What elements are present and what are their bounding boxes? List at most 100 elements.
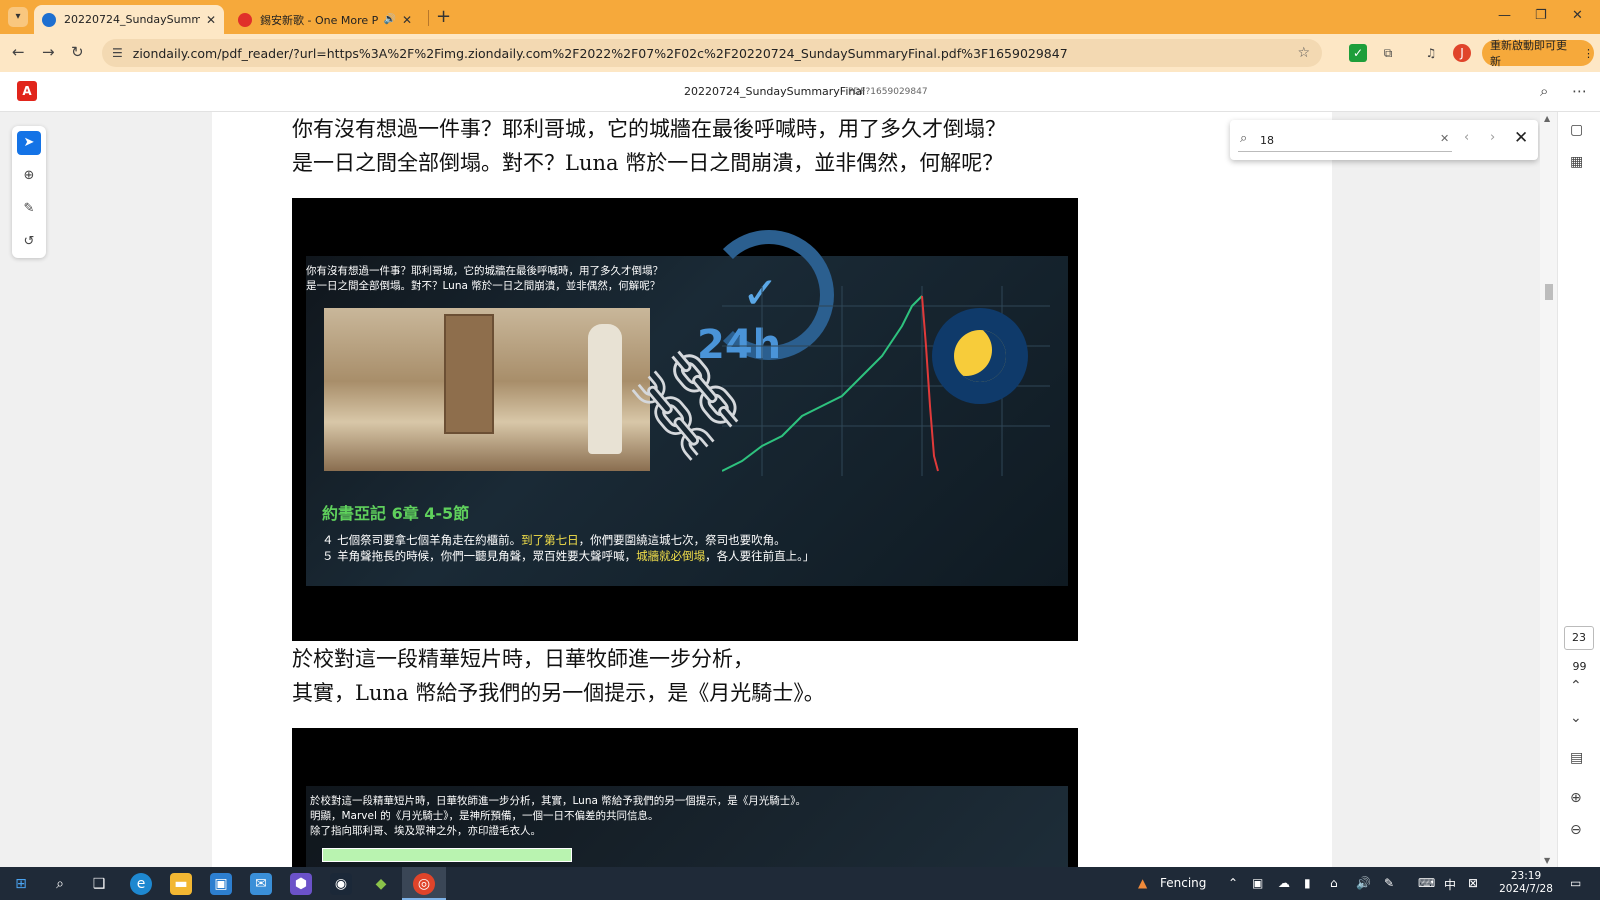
scroll-thumb[interactable] bbox=[1545, 284, 1553, 300]
find-input-wrap: ⌕ ✕ bbox=[1238, 128, 1452, 152]
jericho-painting bbox=[324, 308, 650, 471]
fencing-weather-icon[interactable]: ▲ bbox=[1138, 876, 1147, 890]
file-explorer-icon[interactable]: ▬ bbox=[170, 873, 192, 895]
tab-strip: ▾ 20220724_SundaySummaryF ✕ 錫安新歌 - One M… bbox=[0, 0, 1600, 34]
close-tab-icon[interactable]: ✕ bbox=[402, 13, 412, 27]
search-icon: ⌕ bbox=[1240, 131, 1248, 146]
scroll-down-icon[interactable]: ▼ bbox=[1544, 856, 1550, 865]
minimize-icon[interactable]: — bbox=[1498, 8, 1511, 23]
notification-icon[interactable]: ▭ bbox=[1570, 876, 1581, 890]
pdf-page: 你有沒有想過一件事？耶利哥城，它的城牆在最後呼喊時，用了多久才倒塌？ 是一日之間… bbox=[212, 112, 1332, 867]
clock-time: 23:19 bbox=[1510, 870, 1542, 882]
speaker-icon[interactable]: 🔊 bbox=[383, 14, 395, 25]
acrobat-logo-icon: A bbox=[17, 81, 37, 101]
windows-taskbar: ⊞ ⌕ ❑ e ▬ ▣ ✉ ⬢ ◉ ◆ ◎ ▲ Fencing ⌃ ▣ ☁ ▮ … bbox=[0, 867, 1600, 900]
tab-pdf[interactable]: 20220724_SundaySummaryF ✕ bbox=[34, 5, 224, 34]
select-cursor-icon[interactable]: ➤ bbox=[17, 131, 41, 155]
pen-icon[interactable]: ✎ bbox=[1384, 876, 1394, 890]
paragraph-line: 是一日之間全部倒塌。對不？Luna 幣於一日之間崩潰，並非偶然，何解呢？ bbox=[292, 151, 1004, 175]
checkmark-extension-icon[interactable]: ✓ bbox=[1349, 44, 1367, 62]
taskbar-clock[interactable]: 23:19 2024/7/28 bbox=[1496, 870, 1556, 896]
image-caption-line: 除了指向耶利哥、埃及眾神之外，亦印證毛衣人。 bbox=[310, 825, 541, 837]
profile-avatar[interactable]: J bbox=[1453, 44, 1471, 62]
network-icon[interactable]: ⌂ bbox=[1330, 876, 1338, 890]
thumbnails-grid-icon[interactable]: ▦ bbox=[1570, 154, 1583, 170]
verse-line-4: ４ 七個祭司要拿七個羊角走在約櫃前。到了第七日，你們要圍繞這城七次，祭司也要吹角… bbox=[322, 532, 786, 548]
steam-icon[interactable]: ◉ bbox=[330, 873, 352, 895]
tool-rail: ➤ ⊕ ✎ ↺ bbox=[12, 126, 46, 258]
verse-highlight: 到了第七日 bbox=[521, 533, 579, 547]
lasso-draw-icon[interactable]: ↺ bbox=[17, 230, 41, 254]
city-wall-shape bbox=[444, 314, 494, 434]
url-text: ziondaily.com/pdf_reader/?url=https%3A%2… bbox=[132, 45, 1068, 61]
chrome-icon[interactable]: ◎ bbox=[413, 873, 435, 895]
image-caption-line: 於校對這一段精華短片時，日華牧師進一步分析，其實，Luna 幣給予我們的另一個提… bbox=[310, 795, 806, 807]
search-icon[interactable]: ⌕ bbox=[49, 873, 71, 895]
image-caption-line: 你有沒有想過一件事？耶利哥城，它的城牆在最後呼喊時，用了多久才倒塌？ bbox=[306, 265, 663, 277]
tab-separator bbox=[428, 10, 429, 26]
more-options-icon[interactable]: ⋯ bbox=[1572, 82, 1587, 100]
update-restart-button[interactable]: 重新啟動即可更新 ⋮ bbox=[1482, 39, 1594, 68]
ime-indicator[interactable]: 中 bbox=[1444, 876, 1456, 893]
app-hexagon-icon[interactable]: ⬢ bbox=[290, 873, 312, 895]
android-icon[interactable]: ◆ bbox=[370, 873, 392, 895]
weather-label[interactable]: Fencing bbox=[1160, 876, 1206, 890]
site-info-icon[interactable]: ☰ bbox=[112, 46, 123, 60]
keyboard-icon[interactable]: ⌨ bbox=[1418, 876, 1435, 890]
vertical-scrollbar[interactable]: ▲ ▼ bbox=[1540, 112, 1557, 867]
tab-music[interactable]: 錫安新歌 - One More Pray 🔊 ✕ bbox=[230, 5, 420, 34]
back-arrow-icon[interactable]: ← bbox=[12, 43, 25, 61]
reload-icon[interactable]: ↻ bbox=[71, 43, 84, 61]
close-find-icon[interactable]: ✕ bbox=[1514, 128, 1528, 148]
comment-add-icon[interactable]: ⊕ bbox=[17, 164, 41, 188]
zoom-in-icon[interactable]: ⊕ bbox=[1570, 790, 1582, 806]
previous-result-chevron-icon[interactable]: ‹ bbox=[1464, 130, 1469, 145]
verse-text: ，各人要往前直上。」 bbox=[705, 549, 815, 563]
extensions-puzzle-icon[interactable]: ⧉ bbox=[1379, 44, 1397, 62]
close-tab-icon[interactable]: ✕ bbox=[206, 13, 216, 27]
verse-line-5: ５ 羊角聲拖長的時候，你們一聽見角聲，眾百姓要大聲呼喊，城牆就必倒塌，各人要往前… bbox=[322, 548, 814, 564]
search-icon[interactable]: ⌕ bbox=[1540, 82, 1548, 100]
store-icon[interactable]: ▣ bbox=[210, 873, 232, 895]
find-input[interactable] bbox=[1260, 130, 1430, 150]
bookmark-star-icon[interactable]: ☆ bbox=[1297, 45, 1310, 61]
onedrive-cloud-icon[interactable]: ☁ bbox=[1278, 876, 1290, 890]
media-controls-icon[interactable]: ♫ bbox=[1422, 44, 1440, 62]
comments-icon[interactable]: ▢ bbox=[1570, 122, 1583, 138]
document-export-icon[interactable]: ▤ bbox=[1570, 750, 1583, 766]
document-title: 20220724_SundaySummaryFinal bbox=[684, 85, 866, 98]
task-view-icon[interactable]: ❑ bbox=[88, 873, 110, 895]
restore-icon[interactable]: ❐ bbox=[1535, 8, 1547, 23]
meet-icon[interactable]: ▣ bbox=[1252, 876, 1263, 890]
new-tab-button[interactable]: + bbox=[436, 6, 451, 27]
clock-date: 2024/7/28 bbox=[1499, 883, 1553, 895]
green-label-box bbox=[322, 848, 572, 862]
tray-overflow-icon[interactable]: ⌃ bbox=[1228, 876, 1238, 890]
more-vertical-icon: ⋮ bbox=[1583, 46, 1594, 60]
page-number-input[interactable]: 23 bbox=[1564, 626, 1594, 650]
tab-search-button[interactable]: ▾ bbox=[8, 7, 28, 27]
ime-mode-icon[interactable]: ⊠ bbox=[1468, 876, 1478, 890]
close-window-icon[interactable]: ✕ bbox=[1572, 8, 1583, 23]
edge-browser-icon[interactable]: e bbox=[130, 873, 152, 895]
next-page-chevron-icon[interactable]: ⌄ bbox=[1570, 710, 1582, 726]
previous-page-chevron-icon[interactable]: ⌃ bbox=[1570, 678, 1582, 694]
video-still-image: 你有沒有想過一件事？耶利哥城，它的城牆在最後呼喊時，用了多久才倒塌？ 是一日之間… bbox=[292, 198, 1078, 641]
mail-icon[interactable]: ✉ bbox=[250, 873, 272, 895]
highlight-pen-icon[interactable]: ✎ bbox=[17, 197, 41, 221]
scroll-up-icon[interactable]: ▲ bbox=[1544, 114, 1550, 123]
figure-shape bbox=[588, 324, 622, 454]
image-caption-line: 是一日之間全部倒塌。對不？Luna 幣於一日之間崩潰，並非偶然，何解呢？ bbox=[306, 280, 661, 292]
next-result-chevron-icon[interactable]: › bbox=[1490, 130, 1495, 145]
battery-icon[interactable]: ▮ bbox=[1304, 876, 1311, 890]
clear-search-icon[interactable]: ✕ bbox=[1440, 132, 1449, 145]
address-bar[interactable]: ☰ ziondaily.com/pdf_reader/?url=https%3A… bbox=[102, 39, 1322, 67]
volume-icon[interactable]: 🔊 bbox=[1356, 876, 1371, 890]
windows-start-icon[interactable]: ⊞ bbox=[10, 873, 32, 895]
zoom-out-icon[interactable]: ⊖ bbox=[1570, 822, 1582, 838]
moon-shape bbox=[954, 330, 1006, 382]
paragraph-line: 於校對這一段精華短片時，日華牧師進一步分析， bbox=[292, 647, 754, 671]
video-still-image-2: 於校對這一段精華短片時，日華牧師進一步分析，其實，Luna 幣給予我們的另一個提… bbox=[292, 728, 1078, 867]
forward-arrow-icon[interactable]: → bbox=[42, 43, 55, 61]
verse-highlight: 城牆就必倒塌 bbox=[636, 549, 706, 563]
